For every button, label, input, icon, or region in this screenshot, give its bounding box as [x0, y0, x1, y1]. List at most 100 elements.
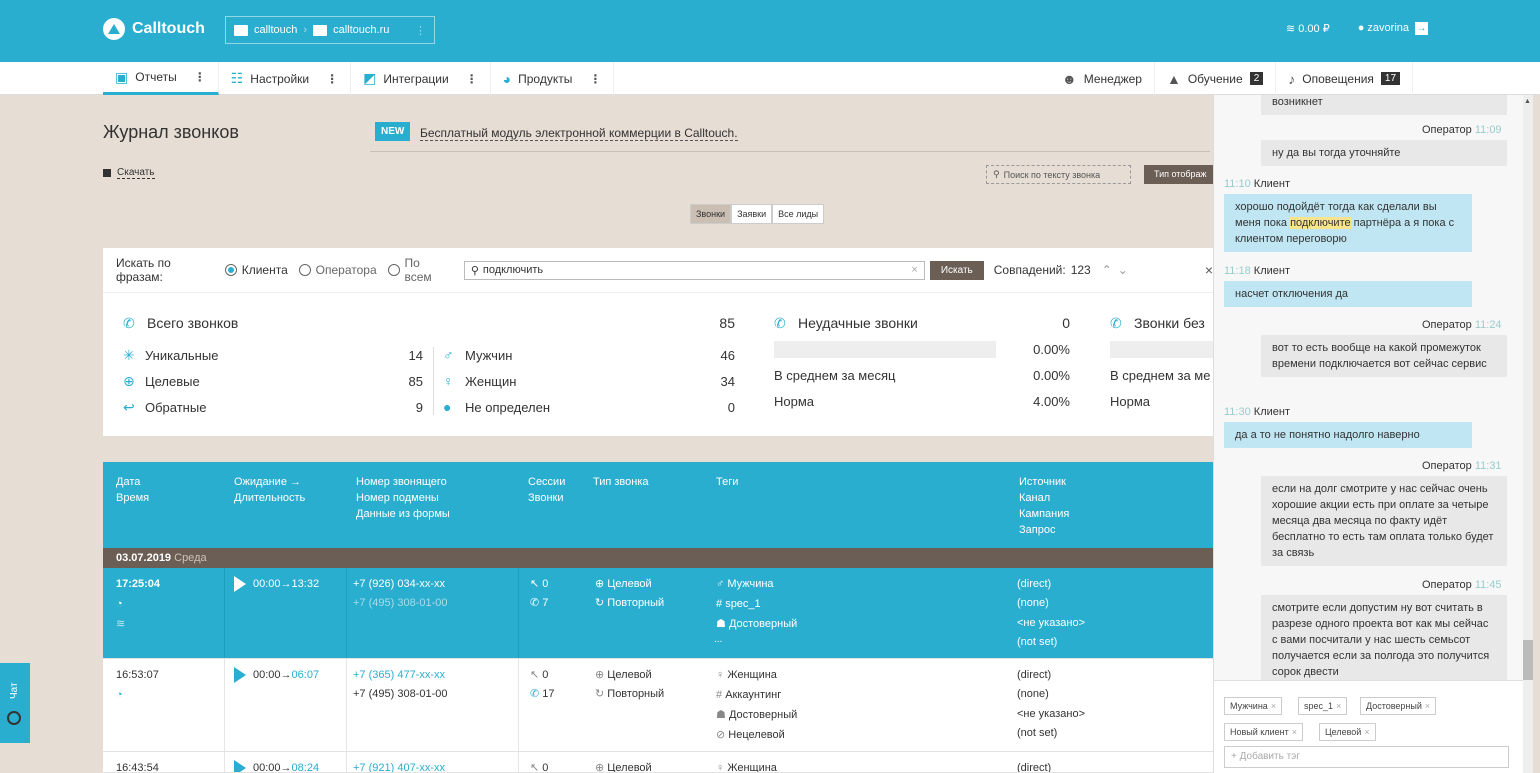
target-icon: ⊕ [123, 372, 135, 389]
table-row[interactable]: 16:53:07 ◔ 00:00→06:07 +7 (365) 477-xx-x… [103, 659, 1213, 752]
search-button[interactable]: Искать [929, 260, 984, 280]
target-icon: ⊕ [595, 669, 605, 681]
chat-icon [7, 711, 21, 725]
chat-widget-tab[interactable]: Чат [0, 663, 30, 743]
message-meta: 11:10 Клиент [1224, 178, 1290, 190]
more-dots-icon[interactable]: ⋮ [326, 72, 338, 86]
chevron-right-icon: › [303, 24, 308, 36]
tag-chip[interactable]: Новый клиент × [1224, 723, 1303, 741]
products-icon: ◕ [502, 70, 512, 87]
site-icon [313, 24, 328, 36]
client-message: насчет отключения да [1224, 281, 1472, 307]
tag-chip[interactable]: Достоверный × [1360, 697, 1437, 715]
radio-operator[interactable] [298, 264, 311, 276]
nav-reports[interactable]: ▣ Отчеты ⋮ [103, 62, 219, 95]
col-number[interactable]: Номер звонящего Номер подмены Данные из фо… [356, 474, 450, 522]
nav-manager[interactable]: ☻ Менеджер [1050, 62, 1155, 95]
col-source[interactable]: Источник Канал Кампания Запрос [1019, 474, 1069, 538]
play-button[interactable]: 00:00→13:32 [234, 574, 319, 594]
remove-tag-icon: × [1424, 701, 1431, 711]
briefcase-icon [234, 24, 248, 36]
play-button[interactable]: 00:00→08:24 [234, 758, 319, 772]
nav-notifications[interactable]: ♪ Оповещения 17 [1276, 62, 1414, 95]
call-status-icon: ◔ [116, 689, 123, 701]
col-type[interactable]: Тип звонка [593, 474, 649, 490]
more-dots-icon[interactable]: ⋮ [194, 70, 206, 84]
play-icon [234, 667, 246, 684]
operator-message: смотрите если допустим ну вот считать в … [1261, 595, 1507, 685]
tag-chip[interactable]: Целевой × [1319, 723, 1376, 741]
top-bar: Calltouch calltouch › calltouch.ru ⋮ ≋ 0… [0, 0, 1540, 62]
balance[interactable]: ≋ 0.00 ₽ [1286, 22, 1330, 35]
table-row[interactable]: 17:25:04 ◔ ≋ 00:00→13:32 +7 (926) 034-xx… [103, 568, 1213, 659]
call-kinds: ✳ Уникальные 14 ⊕ Целевые 85 ↩ Обратные 9 [123, 346, 423, 415]
more-dots-icon[interactable]: ⋮ [415, 24, 426, 37]
radio-all[interactable] [387, 264, 400, 276]
failed-calls-stat: ✆ Неудачные звонки 0 0.00% В среднем за ме… [774, 314, 1070, 409]
nav-training[interactable]: ▲ Обучение 2 [1155, 62, 1277, 95]
col-sessions[interactable]: Сессии Звонки [528, 474, 565, 506]
scroll-up-icon[interactable]: ▲ [1524, 98, 1531, 105]
message-meta: Оператор 11:09 [1422, 124, 1502, 136]
close-icon[interactable]: × [1205, 262, 1213, 278]
remove-tag-icon: × [1270, 701, 1277, 711]
cursor-icon: ↖ [530, 669, 540, 681]
tab-requests[interactable]: Заявки [731, 204, 773, 224]
scrollbar-thumb[interactable] [1523, 640, 1533, 680]
phone-icon: ✆ [530, 688, 540, 700]
repeat-icon: ↻ [595, 597, 605, 609]
new-badge: NEW [375, 122, 411, 141]
operator-message: если на долг смотрите у нас сейчас очень… [1261, 476, 1507, 566]
cursor-icon: ↖ [530, 762, 540, 773]
table-row[interactable]: 16:43:54 00:00→08:24 +7 (921) 407-xx-xx … [103, 752, 1213, 773]
download-link[interactable]: Скачать [103, 167, 155, 179]
lead-type-tabs: Звонки Заявки Все лиды [690, 204, 825, 224]
target-icon: ⊕ [595, 578, 605, 590]
match-nav-arrows-icon[interactable]: ⌃⌄ [1102, 263, 1134, 277]
nav-products[interactable]: ◕ Продукты ⋮ [491, 62, 615, 95]
female-icon: ♀ [716, 669, 725, 681]
more-dots-icon[interactable]: ⋮ [466, 72, 478, 86]
nav-integrations[interactable]: ◩ Интеграции ⋮ [351, 62, 491, 95]
nav-settings[interactable]: ☷ Настройки ⋮ [219, 62, 352, 95]
tag-chip[interactable]: Мужчина × [1224, 697, 1283, 715]
radio-client[interactable] [224, 264, 237, 276]
cursor-icon: ↖ [530, 578, 540, 590]
unique-icon: ✳ [123, 346, 135, 363]
logout-icon[interactable]: → [1415, 22, 1428, 35]
text-search-button[interactable]: ⚲ Поиск по тексту звонка [986, 165, 1131, 184]
integrations-icon: ◩ [363, 70, 377, 86]
play-button[interactable]: 00:00→06:07 [234, 665, 319, 685]
coins-icon: ≋ [116, 618, 126, 630]
more-dots-icon[interactable]: ⋮ [589, 72, 601, 86]
add-tag-input[interactable]: + Добавить тэг [1224, 746, 1509, 768]
phrase-search-row: Искать по фразам: Клиента Оператора По в… [103, 248, 1213, 293]
col-tags[interactable]: Теги [716, 474, 738, 490]
promo-link[interactable]: Бесплатный модуль электронной коммерции … [420, 126, 738, 141]
settings-icon: ☷ [230, 70, 244, 86]
col-date[interactable]: Дата Время [116, 474, 149, 506]
display-type-button[interactable]: Тип отображ [1144, 165, 1214, 184]
message-meta: Оператор 11:24 [1422, 319, 1502, 331]
page-title: Журнал звонков [103, 122, 239, 142]
graduation-cap-icon: ▲ [1166, 70, 1181, 87]
message-meta: 11:30 Клиент [1224, 406, 1290, 418]
user-menu[interactable]: ● zavorina → [1358, 22, 1428, 35]
col-wait[interactable]: Ожидание → Длительность [234, 474, 305, 506]
phrase-search-input[interactable]: ⚲ подключить × [463, 260, 925, 280]
tab-all-leads[interactable]: Все лиды [772, 204, 825, 224]
badge-icon: ☗ [716, 618, 726, 630]
remove-tag-icon: × [1364, 727, 1370, 737]
manager-icon: ☻ [1062, 70, 1077, 87]
logo[interactable]: Calltouch [103, 18, 205, 40]
operator-message: ну да вы тогда уточняйте [1261, 140, 1507, 166]
client-message: хорошо подойдёт тогда как сделали вы мен… [1224, 194, 1472, 252]
phone-list-icon: ✆ [123, 314, 135, 331]
project-switcher[interactable]: calltouch › calltouch.ru ⋮ [225, 16, 435, 44]
message-meta: Оператор 11:31 [1422, 460, 1502, 472]
clear-icon[interactable]: × [911, 264, 917, 276]
call-transcript-panel[interactable]: возникнет Оператор 11:09 ну да вы тогда … [1213, 95, 1526, 773]
tab-calls[interactable]: Звонки [690, 204, 732, 224]
gender-stats: ♂ Мужчин 46 ♀ Женщин 34 ● Не определен 0 [443, 347, 735, 415]
tag-chip[interactable]: spec_1 × [1298, 697, 1348, 715]
